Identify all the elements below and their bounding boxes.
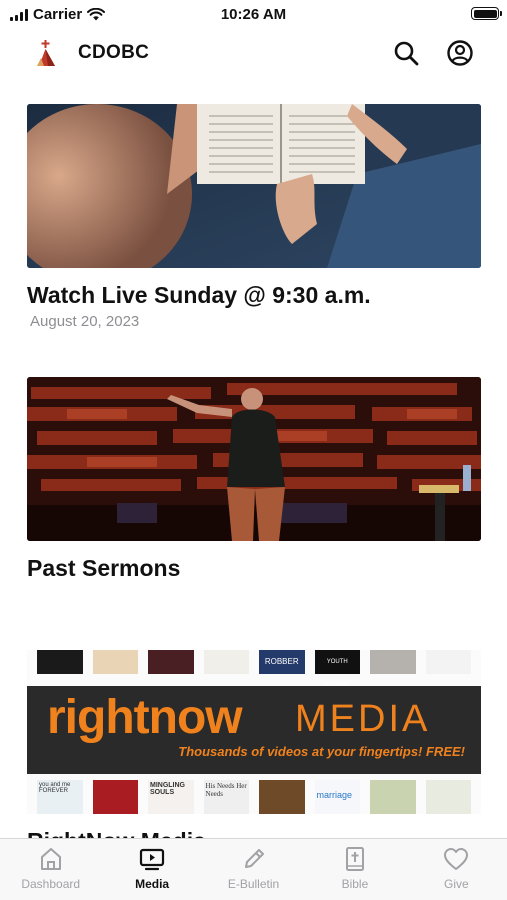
pencil-icon: [244, 849, 264, 868]
media-card-past-sermons[interactable]: Past Sermons: [27, 377, 481, 582]
app-header: CDOBC: [0, 30, 507, 76]
tab-label: Bible: [341, 877, 369, 891]
status-bar: Carrier 10:26 AM: [0, 0, 507, 28]
tab-dashboard[interactable]: Dashboard: [0, 839, 101, 900]
media-feed: Watch Live Sunday @ 9:30 a.m. August 20,…: [0, 80, 507, 840]
preacher-on-stage-photo: [27, 377, 481, 541]
tv-play-icon: [140, 848, 165, 871]
tab-bible[interactable]: Bible: [304, 839, 405, 900]
tab-bar: Dashboard Media E-Bulletin Bible Give: [0, 838, 507, 900]
rightnow-banner-strip: rightnow MEDIA Thousands of videos at yo…: [27, 686, 481, 774]
rightnow-media-word: MEDIA: [295, 698, 431, 740]
bible-cross-icon: [345, 847, 364, 871]
tab-media[interactable]: Media: [101, 839, 202, 900]
heart-icon: [444, 848, 469, 870]
profile-icon[interactable]: [446, 39, 474, 67]
app-title: CDOBC: [78, 42, 150, 63]
card-date: August 20, 2023: [30, 313, 140, 330]
tab-label: Media: [135, 877, 170, 891]
rightnow-tagline: Thousands of videos at your fingertips! …: [178, 744, 465, 759]
card-title: Past Sermons: [27, 555, 181, 581]
tab-label: E-Bulletin: [227, 877, 280, 891]
battery-icon: [471, 7, 502, 20]
search-icon[interactable]: [392, 39, 420, 67]
media-card-live[interactable]: Watch Live Sunday @ 9:30 a.m. August 20,…: [27, 104, 481, 330]
people-reading-bible-photo: [27, 104, 481, 268]
media-card-rightnow[interactable]: ROBBER YOUTH EDITION rightnow MEDIA Thou…: [27, 650, 481, 840]
tab-label: Dashboard: [21, 877, 81, 891]
book-covers-bottom: you and me FOREVER MINGLING SOULS His Ne…: [27, 780, 481, 814]
tab-give[interactable]: Give: [406, 839, 507, 900]
card-title: Watch Live Sunday @ 9:30 a.m.: [27, 282, 371, 308]
rightnow-media-banner: ROBBER YOUTH EDITION rightnow MEDIA Thou…: [27, 650, 481, 814]
status-time: 10:26 AM: [220, 6, 287, 23]
book-covers-top: ROBBER YOUTH EDITION: [27, 650, 481, 689]
church-logo-icon: [37, 40, 55, 66]
tab-label: Give: [443, 877, 469, 891]
rightnow-brand-word: rightnow: [47, 691, 243, 744]
tab-e-bulletin[interactable]: E-Bulletin: [203, 839, 304, 900]
home-icon: [40, 848, 61, 870]
